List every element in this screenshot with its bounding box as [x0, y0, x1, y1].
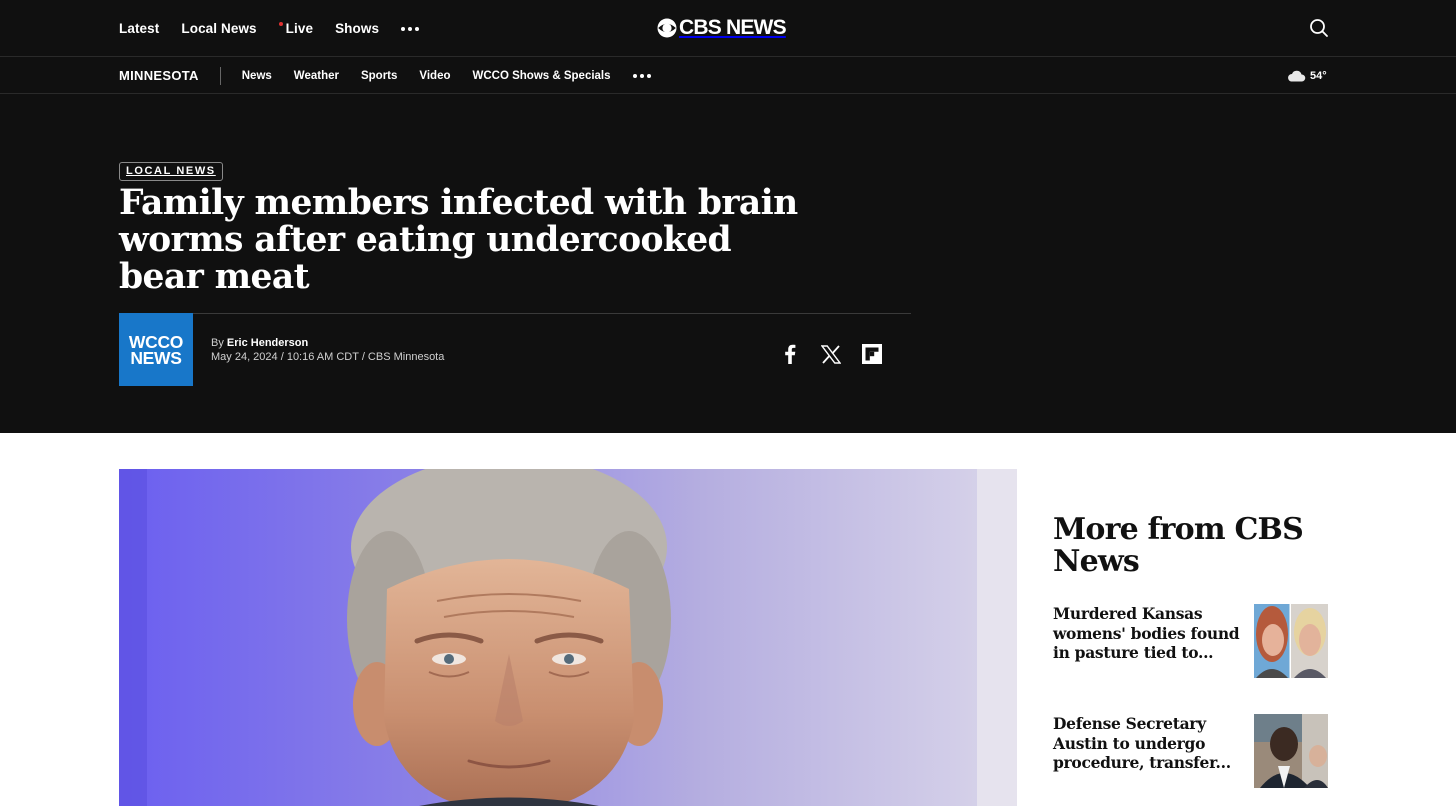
- nav-latest[interactable]: Latest: [119, 21, 159, 36]
- cbs-eye-icon: [657, 18, 677, 38]
- cloud-icon: [1288, 70, 1306, 81]
- sidebar-story-title: Defense Secretary Austin to undergo proc…: [1053, 714, 1231, 772]
- top-nav: Latest Local News Live Shows CBS NEWS: [0, 0, 1456, 57]
- nav-live-label: Live: [285, 21, 314, 36]
- sidebar-story[interactable]: Defense Secretary Austin to undergo proc…: [1053, 714, 1329, 788]
- author-name[interactable]: Eric Henderson: [227, 337, 308, 349]
- article-headline: Family members infected with brain worms…: [119, 183, 798, 297]
- station-logo-line2: NEWS: [130, 347, 182, 368]
- nav-live[interactable]: Live: [278, 21, 314, 36]
- subnav-video[interactable]: Video: [419, 70, 450, 82]
- nav-shows[interactable]: Shows: [335, 21, 379, 36]
- subnav-divider: [219, 66, 221, 85]
- weather-temp: 54°: [1310, 69, 1327, 82]
- local-subnav-items: MINNESOTA News Weather Sports Video WCCO…: [119, 57, 651, 94]
- local-subnav: MINNESOTA News Weather Sports Video WCCO…: [0, 57, 1456, 94]
- cbs-news-logo[interactable]: CBS NEWS: [657, 16, 787, 40]
- more-menu-icon[interactable]: [401, 26, 420, 31]
- x-icon[interactable]: [820, 343, 842, 365]
- region-label[interactable]: MINNESOTA: [119, 68, 199, 83]
- sidebar-story[interactable]: Murdered Kansas womens' bodies found in …: [1053, 604, 1329, 678]
- header-divider: [119, 313, 911, 314]
- subnav-more-icon[interactable]: [632, 73, 651, 78]
- author-line: By Eric Henderson: [211, 336, 444, 350]
- article-header: LOCAL NEWS Family members infected with …: [0, 94, 1456, 433]
- category-badge[interactable]: LOCAL NEWS: [119, 162, 223, 181]
- byline: By Eric Henderson May 24, 2024 / 10:16 A…: [211, 336, 444, 364]
- logo-text: CBS NEWS: [679, 16, 787, 39]
- weather-widget[interactable]: 54°: [1286, 57, 1327, 94]
- lead-image: [119, 469, 1017, 806]
- live-indicator-dot: [278, 22, 283, 26]
- search-icon[interactable]: [1308, 17, 1330, 39]
- more-from-cbs-title: More from CBS News: [1053, 512, 1304, 579]
- primary-nav: Latest Local News Live Shows: [119, 0, 420, 57]
- subnav-weather[interactable]: Weather: [294, 70, 339, 82]
- subnav-news[interactable]: News: [242, 70, 272, 82]
- sidebar-story-title: Murdered Kansas womens' bodies found in …: [1053, 604, 1240, 662]
- flipboard-icon[interactable]: [861, 343, 883, 365]
- wcco-news-logo: WCCO NEWS: [119, 313, 193, 386]
- subnav-sports[interactable]: Sports: [361, 70, 397, 82]
- facebook-icon[interactable]: [779, 343, 801, 365]
- sidebar-story-thumbnail: [1254, 604, 1328, 678]
- sidebar-story-thumbnail: [1254, 714, 1328, 788]
- subnav-wcco-shows[interactable]: WCCO Shows & Specials: [473, 70, 611, 82]
- nav-local-news[interactable]: Local News: [181, 21, 256, 36]
- byline-prefix: By: [211, 337, 227, 349]
- dateline: May 24, 2024 / 10:16 AM CDT / CBS Minnes…: [211, 351, 445, 363]
